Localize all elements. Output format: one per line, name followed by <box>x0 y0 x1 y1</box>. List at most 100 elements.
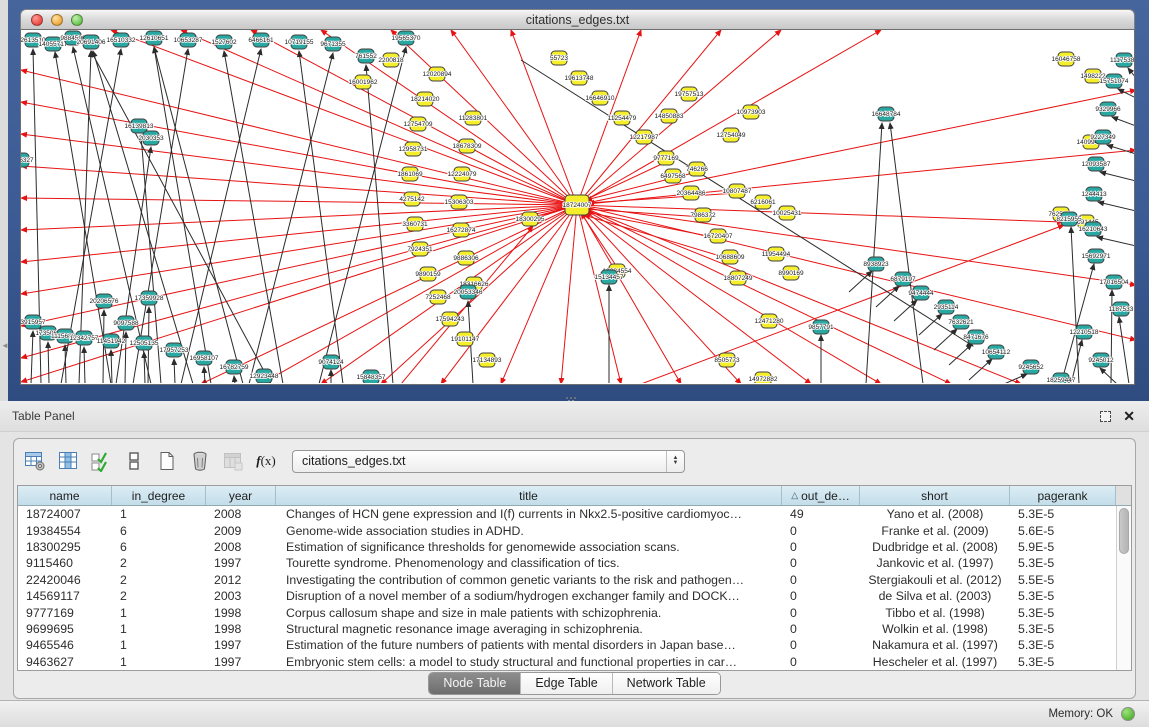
scrollbar-thumb[interactable] <box>1119 508 1129 554</box>
table-cell[interactable]: 18724007 <box>18 507 112 521</box>
table-cell[interactable]: Franke et al. (2009) <box>860 524 1010 538</box>
graph-node[interactable]: 14850883 <box>655 109 684 123</box>
graph-node[interactable]: 6879197 <box>890 272 916 286</box>
graph-node[interactable]: 16510332 <box>107 33 136 47</box>
graph-node[interactable]: 8938923 <box>863 257 889 271</box>
table-cell[interactable]: 0 <box>782 638 860 652</box>
graph-node[interactable]: 1187533 <box>1109 302 1134 316</box>
table-cell[interactable]: 5.3E-5 <box>1010 507 1116 521</box>
table-cell[interactable]: Nakamura et al. (1997) <box>860 638 1010 652</box>
table-cell[interactable]: 5.3E-5 <box>1010 606 1116 620</box>
table-cell[interactable]: 5.3E-5 <box>1010 622 1116 636</box>
graph-node[interactable]: 16958107 <box>190 351 219 365</box>
memory-status-indicator-icon[interactable] <box>1121 707 1135 721</box>
graph-node[interactable]: 16782759 <box>220 360 249 374</box>
table-cell[interactable]: 2 <box>112 556 206 570</box>
function-builder-icon[interactable]: f(x) <box>253 448 279 474</box>
graph-node[interactable]: 12505135 <box>130 336 159 350</box>
column-header-name[interactable]: name <box>18 486 112 505</box>
table-row[interactable]: 2242004622012Investigating the contribut… <box>18 572 1116 588</box>
table-cell[interactable]: Yano et al. (2008) <box>860 507 1010 521</box>
table-cell[interactable]: 2 <box>112 589 206 603</box>
graph-node[interactable]: 12471280 <box>755 314 784 328</box>
table-cell[interactable]: 2 <box>112 573 206 587</box>
table-cell[interactable]: 1997 <box>206 556 276 570</box>
table-cell[interactable]: 5.9E-5 <box>1010 540 1116 554</box>
graph-node[interactable]: 7252468 <box>425 290 451 304</box>
new-table-icon[interactable] <box>154 448 180 474</box>
table-cell[interactable]: 18300295 <box>18 540 112 554</box>
table-cell[interactable]: Tourette syndrome. Phenomenology and cla… <box>276 556 782 570</box>
table-cell[interactable]: Corpus callosum shape and size in male p… <box>276 606 782 620</box>
graph-node[interactable]: 9245012 <box>1088 353 1114 367</box>
graph-node[interactable]: 2935114 <box>934 300 959 314</box>
table-cell[interactable]: Dudbridge et al. (2008) <box>860 540 1010 554</box>
table-cell[interactable]: 1 <box>112 606 206 620</box>
table-cell[interactable]: 14569117 <box>18 589 112 603</box>
table-cell[interactable]: 22420046 <box>18 573 112 587</box>
graph-node[interactable]: 6216061 <box>750 195 776 209</box>
table-cell[interactable]: 2008 <box>206 540 276 554</box>
tab-network-table[interactable]: Network Table <box>613 673 720 694</box>
graph-node[interactable]: 12754049 <box>717 128 746 142</box>
graph-node[interactable]: 1861069 <box>397 167 423 181</box>
graph-node[interactable]: 10653287 <box>174 33 203 47</box>
network-graph[interactable]: 1872400797771696497568746266203644861080… <box>21 30 1134 383</box>
graph-node[interactable]: 2200818 <box>378 53 404 67</box>
graph-node[interactable]: 15692971 <box>1082 249 1111 263</box>
graph-node[interactable]: 55723 <box>550 51 568 65</box>
table-cell[interactable]: 0 <box>782 540 860 554</box>
table-cell[interactable]: 1 <box>112 622 206 636</box>
graph-node[interactable]: 12217987 <box>630 130 659 144</box>
graph-node[interactable]: 10719155 <box>285 35 314 49</box>
graph-node[interactable]: 17134893 <box>473 353 502 367</box>
select-columns-icon[interactable] <box>88 448 114 474</box>
table-row[interactable]: 946362711997Embryonic stem cells: a mode… <box>18 654 1116 670</box>
graph-node[interactable]: 12923448 <box>250 369 279 383</box>
graph-node[interactable]: 12958731 <box>399 142 428 156</box>
graph-node[interactable]: 3360731 <box>402 217 428 231</box>
table-cell[interactable]: 5.3E-5 <box>1010 556 1116 570</box>
column-header-out_de[interactable]: △out_de… <box>782 486 860 505</box>
graph-node[interactable]: 10654112 <box>982 345 1011 359</box>
graph-node[interactable]: 1846327 <box>21 153 34 167</box>
table-cell[interactable]: 9465546 <box>18 638 112 652</box>
graph-node[interactable]: 16001962 <box>349 75 378 89</box>
table-cell[interactable]: 5.3E-5 <box>1010 589 1116 603</box>
graph-node[interactable]: 9245652 <box>1018 360 1044 374</box>
graph-node[interactable]: 19613748 <box>565 71 594 85</box>
graph-node[interactable]: 6497568 <box>660 169 686 183</box>
graph-node[interactable]: 15848357 <box>357 370 386 383</box>
table-cell[interactable]: 49 <box>782 507 860 521</box>
table-cell[interactable]: 6 <box>112 540 206 554</box>
table-cell[interactable]: 1 <box>112 655 206 669</box>
table-cell[interactable]: 0 <box>782 606 860 620</box>
graph-node[interactable]: 11254479 <box>608 111 637 125</box>
table-selector-dropdown[interactable]: citations_edges.txt ▲▼ <box>292 450 685 473</box>
table-row[interactable]: 911546021997Tourette syndrome. Phenomeno… <box>18 555 1116 571</box>
table-cell[interactable]: 9463627 <box>18 655 112 669</box>
graph-node[interactable]: 7632621 <box>948 315 974 329</box>
table-cell[interactable]: 0 <box>782 622 860 636</box>
table-cell[interactable]: 0 <box>782 655 860 669</box>
table-cell[interactable]: 2008 <box>206 507 276 521</box>
table-cell[interactable]: Changes of HCN gene expression and I(f) … <box>276 507 782 521</box>
table-cell[interactable]: 0 <box>782 556 860 570</box>
table-vertical-scrollbar[interactable] <box>1116 506 1131 670</box>
table-settings-icon[interactable] <box>22 448 48 474</box>
graph-node[interactable]: 9777169 <box>653 151 679 165</box>
graph-node[interactable]: 16648784 <box>872 107 901 121</box>
graph-node[interactable]: 9671355 <box>320 37 346 51</box>
table-cell[interactable]: Estimation of significance thresholds fo… <box>276 540 782 554</box>
table-cell[interactable]: 9777169 <box>18 606 112 620</box>
graph-node[interactable]: 10025431 <box>773 206 802 220</box>
table-cell[interactable]: Embryonic stem cells: a model to study s… <box>276 655 782 669</box>
graph-node[interactable]: 746266 <box>686 162 708 176</box>
column-header-pagerank[interactable]: pagerank <box>1010 486 1116 505</box>
delete-table-icon[interactable] <box>187 448 213 474</box>
graph-node[interactable]: 10688609 <box>716 250 745 264</box>
table-cell[interactable]: 0 <box>782 589 860 603</box>
table-cell[interactable]: 9115460 <box>18 556 112 570</box>
column-header-year[interactable]: year <box>206 486 276 505</box>
table-cell[interactable]: 2012 <box>206 573 276 587</box>
